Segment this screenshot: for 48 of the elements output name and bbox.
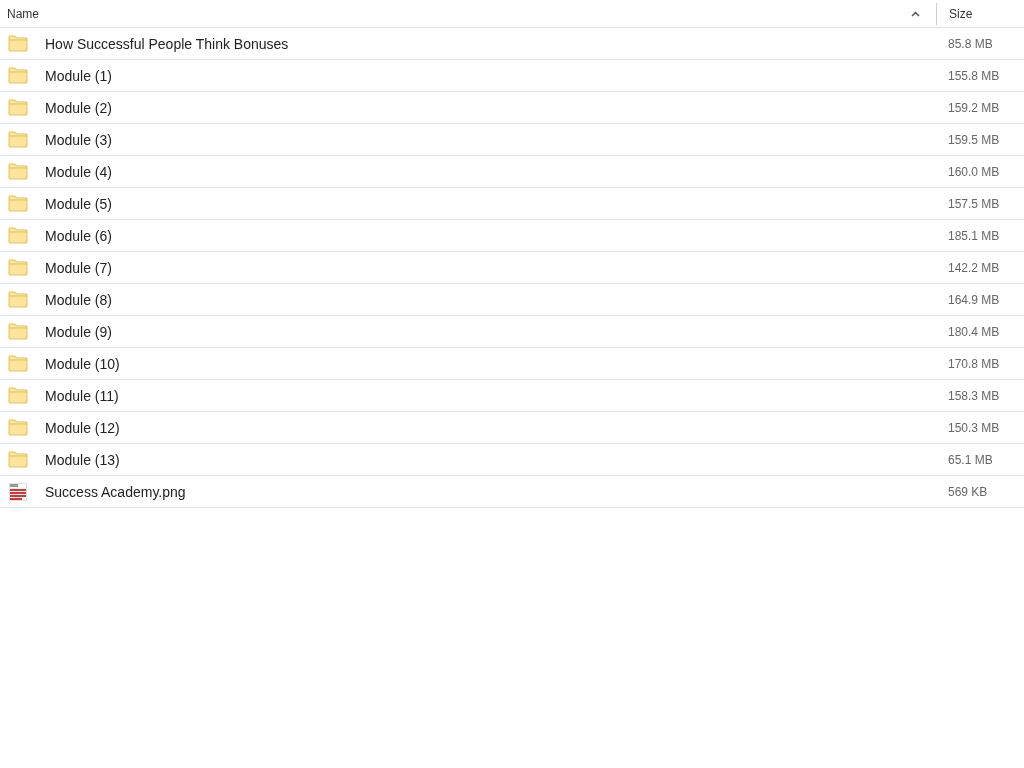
folder-icon bbox=[7, 355, 28, 372]
folder-icon bbox=[7, 99, 28, 116]
file-name[interactable]: Module (8) bbox=[45, 291, 948, 308]
folder-icon bbox=[7, 419, 28, 436]
file-name[interactable]: How Successful People Think Bonuses bbox=[45, 35, 948, 52]
file-size: 157.5 MB bbox=[948, 196, 1001, 211]
folder-icon bbox=[7, 195, 28, 212]
folder-icon bbox=[7, 67, 28, 84]
file-size: 569 KB bbox=[948, 484, 989, 499]
file-name[interactable]: Module (13) bbox=[45, 451, 948, 468]
file-size: 164.9 MB bbox=[948, 292, 1001, 307]
file-size: 180.4 MB bbox=[948, 324, 1001, 339]
column-header[interactable]: Name bbox=[0, 6, 936, 21]
file-name[interactable]: Module (5) bbox=[45, 195, 948, 212]
folder-icon bbox=[7, 451, 28, 468]
file-size: 65.1 MB bbox=[948, 452, 994, 467]
file-name[interactable]: Module (1) bbox=[45, 67, 948, 84]
file-name[interactable]: Module (11) bbox=[45, 387, 948, 404]
column-header[interactable]: Size bbox=[936, 2, 1024, 25]
file-name[interactable]: Module (10) bbox=[45, 355, 948, 372]
folder-icon bbox=[7, 387, 28, 404]
folder-icon bbox=[7, 227, 28, 244]
file-size: 158.3 MB bbox=[948, 388, 1001, 403]
file-size: 185.1 MB bbox=[948, 228, 1001, 243]
file-size: 159.2 MB bbox=[948, 100, 1001, 115]
file-name[interactable]: Module (3) bbox=[45, 131, 948, 148]
file-size: 142.2 MB bbox=[948, 260, 1001, 275]
file-size: 159.5 MB bbox=[948, 132, 1001, 147]
file-name[interactable]: Module (2) bbox=[45, 99, 948, 116]
folder-icon bbox=[7, 163, 28, 180]
caret-icon[interactable] bbox=[911, 10, 920, 17]
file-size: 160.0 MB bbox=[948, 164, 1001, 179]
file-name[interactable]: Module (9) bbox=[45, 323, 948, 340]
image-file-icon bbox=[8, 482, 27, 501]
file-size: 155.8 MB bbox=[948, 68, 1001, 83]
file-size: 170.8 MB bbox=[948, 356, 1001, 371]
file-size: 85.8 MB bbox=[948, 36, 994, 51]
file-name[interactable]: Module (12) bbox=[45, 419, 948, 436]
file-name[interactable]: Success Academy.png bbox=[45, 483, 948, 500]
file-size: 150.3 MB bbox=[948, 420, 1001, 435]
folder-icon bbox=[7, 35, 28, 52]
folder-icon bbox=[7, 291, 28, 308]
file-name[interactable]: Module (4) bbox=[45, 163, 948, 180]
file-name[interactable]: Module (6) bbox=[45, 227, 948, 244]
folder-icon bbox=[7, 131, 28, 148]
folder-icon bbox=[7, 259, 28, 276]
file-name[interactable]: Module (7) bbox=[45, 259, 948, 276]
folder-icon bbox=[7, 323, 28, 340]
